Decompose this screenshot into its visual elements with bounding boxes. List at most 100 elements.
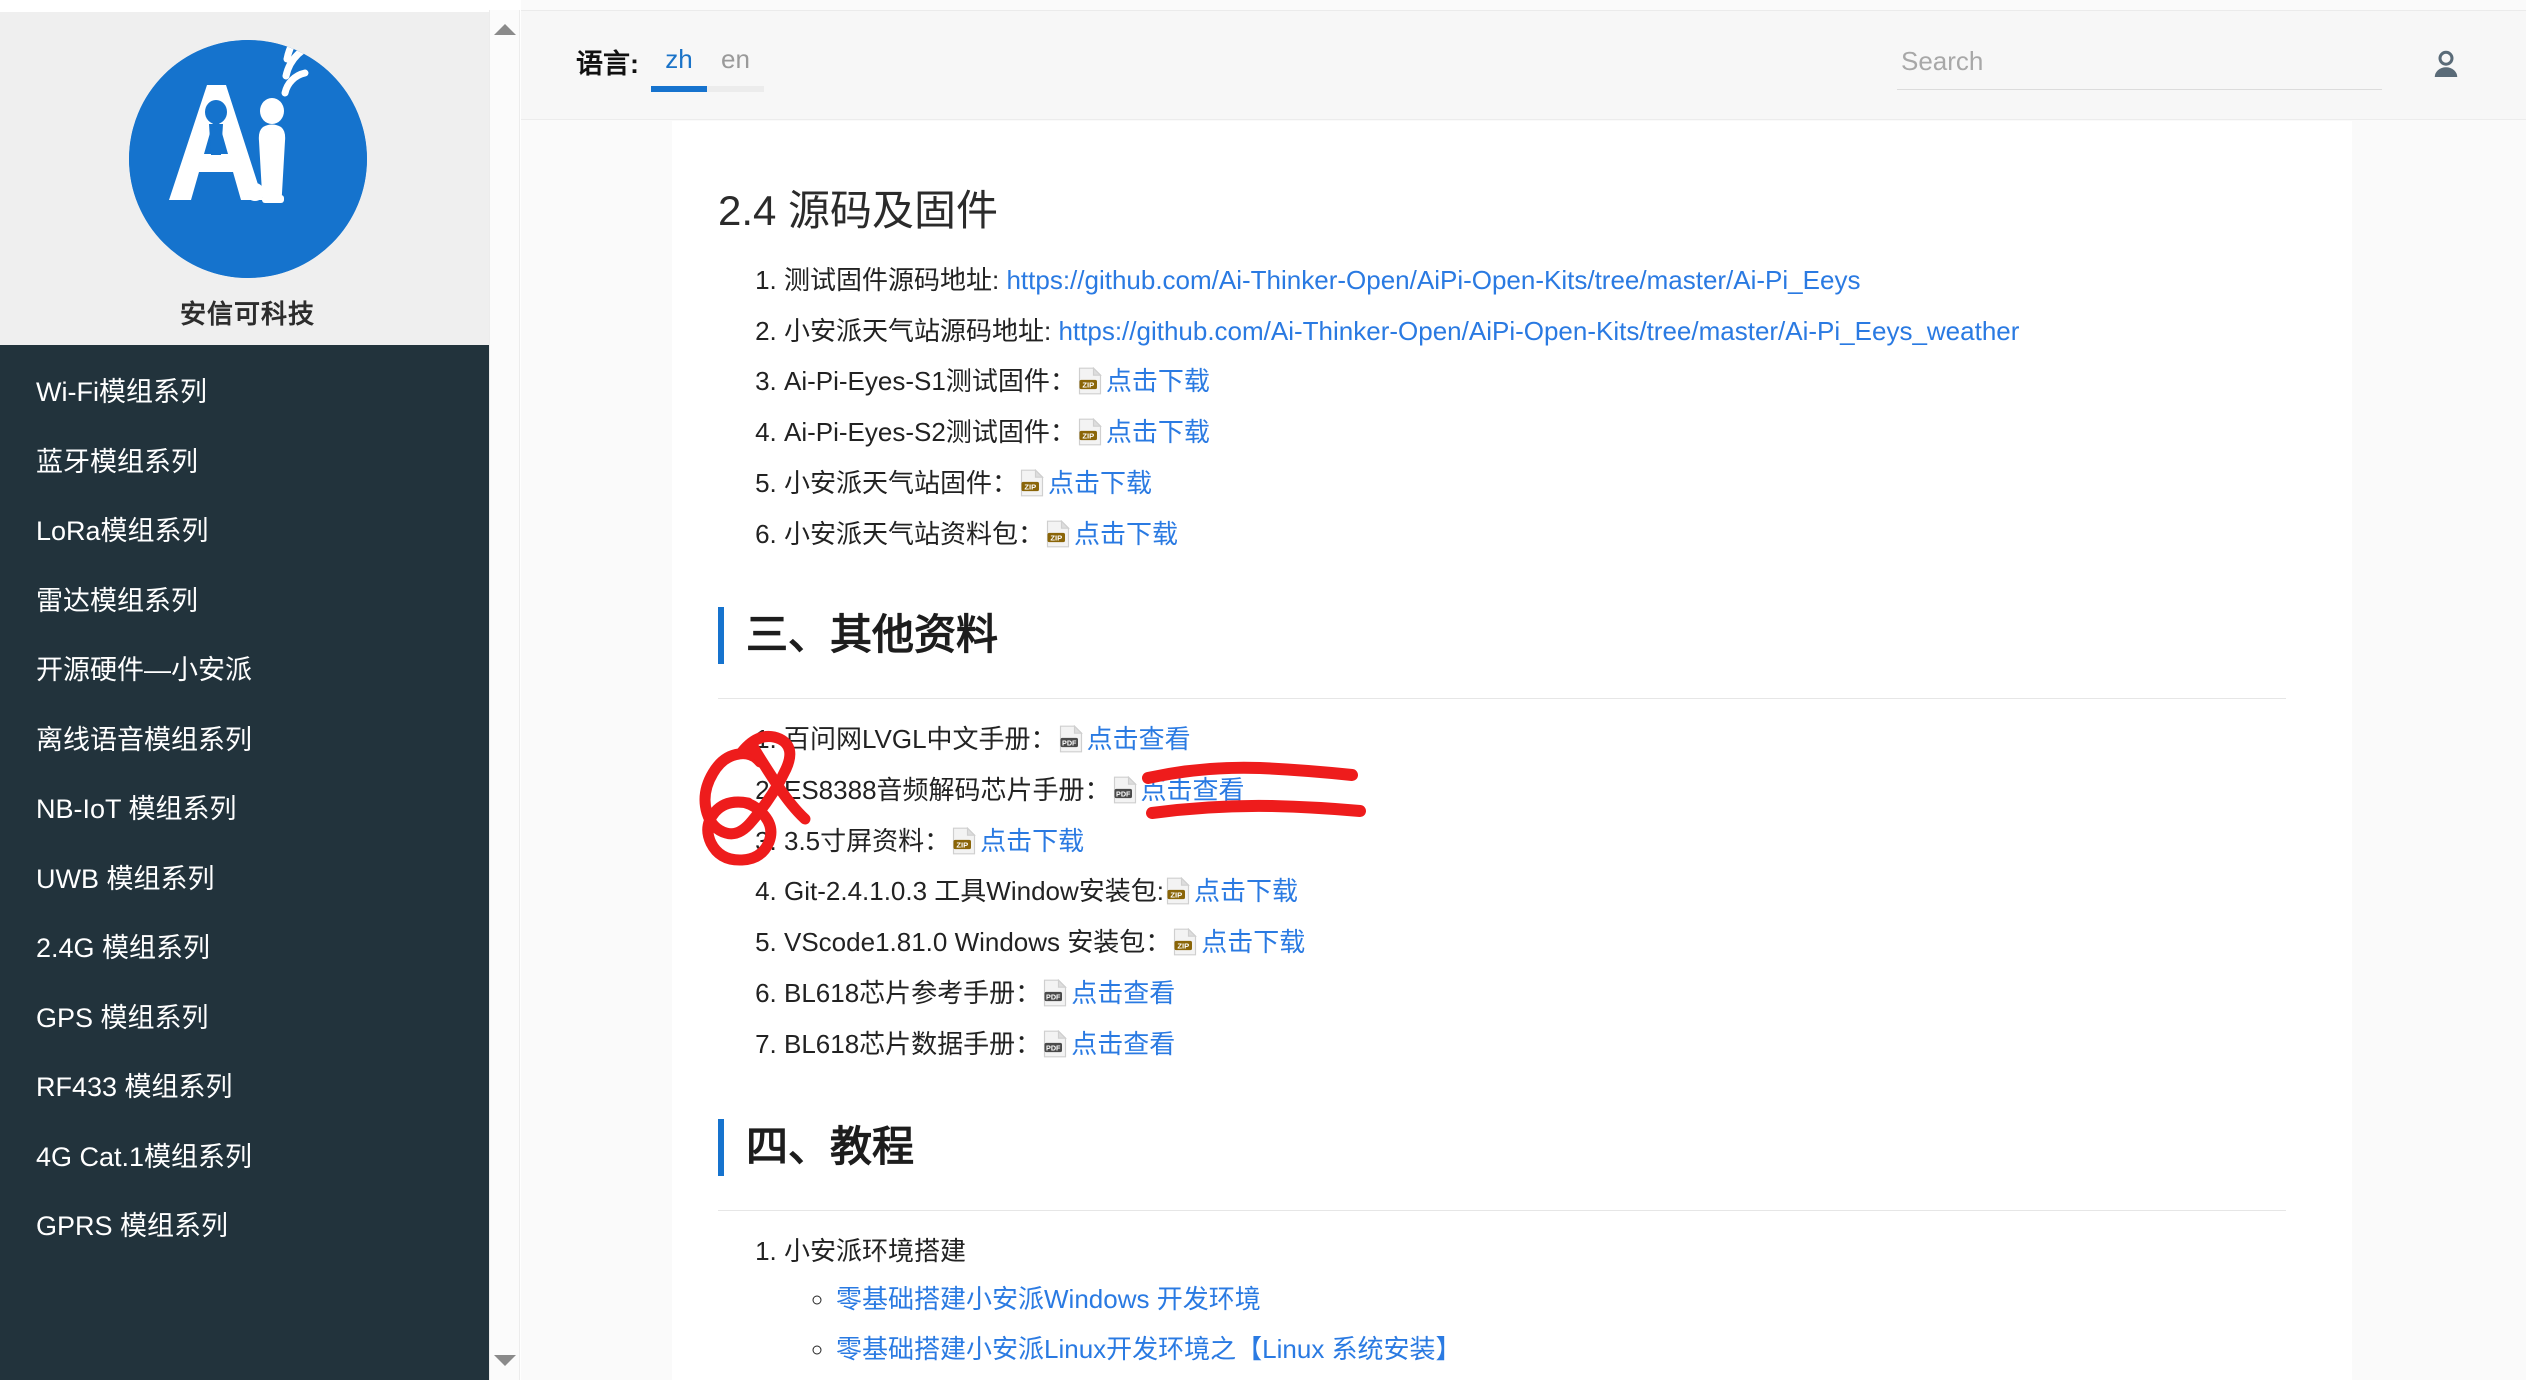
- sidebar: 安信可科技 Wi-Fi模组系列 蓝牙模组系列 LoRa模组系列 雷达模组系列 开…: [0, 0, 495, 1380]
- list-item-group: 小安派环境搭建 零基础搭建小安派Windows 开发环境 零基础搭建小安派Lin…: [784, 1235, 2286, 1380]
- svg-text:ZIP: ZIP: [1170, 891, 1182, 900]
- svg-text:PDF: PDF: [1116, 789, 1131, 798]
- svg-text:ZIP: ZIP: [1082, 381, 1094, 390]
- sidebar-item-radar[interactable]: 雷达模组系列: [0, 578, 495, 625]
- item-prefix: ES8388音频解码芯片手册：: [784, 774, 1111, 805]
- zip-file-icon: ZIP: [1078, 367, 1102, 395]
- sidebar-item-opensource-xiaoanpai[interactable]: 开源硬件—小安派: [0, 647, 495, 694]
- search-area: [1897, 40, 2526, 90]
- item-prefix: 3.5寸屏资料：: [784, 825, 951, 856]
- sidebar-item-4g-cat1[interactable]: 4G Cat.1模组系列: [0, 1134, 495, 1181]
- svg-text:PDF: PDF: [1046, 1043, 1061, 1052]
- sidebar-item-gps[interactable]: GPS 模组系列: [0, 995, 495, 1042]
- logo-svg: [128, 40, 367, 278]
- pdf-file-icon: PDF: [1059, 724, 1083, 753]
- list-item: ES8388音频解码芯片手册： PDF 点击查看: [784, 774, 2286, 806]
- heading-section-3: 三、其他资料: [718, 607, 2286, 664]
- tutorial-link[interactable]: 零基础搭建小安派Linux开发环境之【Linux 系统安装】: [836, 1334, 1462, 1364]
- group-title: 小安派环境搭建: [784, 1235, 967, 1266]
- item-prefix: 测试固件源码地址:: [784, 264, 1007, 295]
- item-prefix: Git-2.4.1.0.3 工具Window安装包:: [784, 876, 1164, 907]
- triangle-up-icon[interactable]: [493, 24, 516, 35]
- sidebar-item-rf433[interactable]: RF433 模组系列: [0, 1064, 495, 1111]
- list-item: 3.5寸屏资料： ZIP 点击下载: [784, 825, 2286, 857]
- sidebar-item-bluetooth[interactable]: 蓝牙模组系列: [0, 439, 495, 486]
- svg-text:ZIP: ZIP: [1178, 942, 1190, 951]
- ai-wifi-logo-icon: [128, 40, 367, 278]
- download-link[interactable]: 点击下载: [1106, 366, 1210, 397]
- list-item: Ai-Pi-Eyes-S1测试固件： ZIP 点击下载: [784, 367, 2286, 397]
- item-prefix: VScode1.81.0 Windows 安装包：: [784, 927, 1172, 958]
- item-prefix: BL618芯片数据手册：: [784, 1029, 1042, 1060]
- document-content-card: 2.4 源码及固件 测试固件源码地址: https://github.com/A…: [672, 121, 2352, 1380]
- sidebar-item-offline-voice[interactable]: 离线语音模组系列: [0, 717, 495, 764]
- pdf-file-icon: PDF: [1044, 979, 1068, 1007]
- item-prefix: 百问网LVGL中文手册：: [784, 723, 1057, 754]
- download-link-vscode[interactable]: 点击下载: [1201, 927, 1305, 957]
- search-input[interactable]: [1897, 40, 2382, 90]
- sub-list: 零基础搭建小安派Windows 开发环境 零基础搭建小安派Linux开发环境之【…: [784, 1284, 2286, 1380]
- list-section-3: 百问网LVGL中文手册： PDF 点击查看 ES8388音频解码芯片手册： PDF 点击…: [718, 723, 2286, 1060]
- svg-text:ZIP: ZIP: [1082, 432, 1094, 441]
- list-item: 小安派天气站固件： ZIP 点击下载: [784, 468, 2286, 499]
- lang-tab-en[interactable]: en: [707, 46, 764, 92]
- item-prefix: Ai-Pi-Eyes-S2测试固件：: [784, 417, 1076, 448]
- download-link[interactable]: 点击下载: [1048, 468, 1152, 498]
- sidebar-item-wifi[interactable]: Wi-Fi模组系列: [0, 369, 495, 416]
- pdf-file-icon: PDF: [1044, 1030, 1068, 1058]
- svg-text:PDF: PDF: [1062, 738, 1077, 747]
- zip-file-icon: ZIP: [1174, 928, 1198, 956]
- page-root: 安信可科技 Wi-Fi模组系列 蓝牙模组系列 LoRa模组系列 雷达模组系列 开…: [0, 0, 2526, 1380]
- list-item: BL618芯片参考手册： PDF 点击查看: [784, 978, 2286, 1009]
- list-item: 测试固件源码地址: https://github.com/Ai-Thinker-…: [784, 264, 2286, 296]
- list-item-git-tool: Git-2.4.1.0.3 工具Window安装包: ZIP 点击下载: [784, 876, 2286, 907]
- view-link[interactable]: 点击查看: [1141, 775, 1245, 805]
- view-link[interactable]: 点击查看: [1087, 724, 1191, 754]
- zip-file-icon: ZIP: [1046, 520, 1070, 548]
- list-item: 百问网LVGL中文手册： PDF 点击查看: [784, 723, 2286, 755]
- list-section-4: 小安派环境搭建 零基础搭建小安派Windows 开发环境 零基础搭建小安派Lin…: [718, 1235, 2286, 1380]
- item-prefix: 小安派天气站资料包：: [784, 519, 1045, 550]
- person-icon[interactable]: [2428, 47, 2464, 83]
- brand-panel: 安信可科技: [0, 12, 495, 345]
- svg-text:ZIP: ZIP: [957, 840, 969, 849]
- brand-name: 安信可科技: [179, 299, 315, 329]
- item-prefix: 小安派天气站固件：: [784, 468, 1019, 499]
- language-switcher: 语言: zh en: [576, 10, 764, 120]
- item-prefix: BL618芯片参考手册：: [784, 978, 1042, 1009]
- download-link-git[interactable]: 点击下载: [1194, 876, 1298, 906]
- item-prefix: 小安派天气站源码地址:: [784, 315, 1059, 346]
- svg-text:PDF: PDF: [1046, 993, 1061, 1002]
- source-link[interactable]: https://github.com/Ai-Thinker-Open/AiPi-…: [1058, 316, 2019, 346]
- list-item: 小安派天气站源码地址: https://github.com/Ai-Thinke…: [784, 315, 2286, 347]
- zip-file-icon: ZIP: [1078, 418, 1102, 446]
- svg-text:ZIP: ZIP: [1024, 483, 1036, 492]
- lang-tab-zh[interactable]: zh: [651, 46, 707, 92]
- main-region: 语言: zh en 2.4 源码及固件 测试固件源码地址: https://gi…: [521, 0, 2526, 1380]
- view-link[interactable]: 点击查看: [1071, 1029, 1175, 1059]
- download-link[interactable]: 点击下载: [980, 826, 1084, 856]
- tutorial-link[interactable]: 零基础搭建小安派Windows 开发环境: [836, 1284, 1261, 1314]
- sidebar-nav: Wi-Fi模组系列 蓝牙模组系列 LoRa模组系列 雷达模组系列 开源硬件—小安…: [0, 345, 495, 1380]
- download-link[interactable]: 点击下载: [1106, 417, 1210, 447]
- item-prefix: Ai-Pi-Eyes-S1测试固件：: [784, 366, 1076, 397]
- sidebar-item-nbiot[interactable]: NB-IoT 模组系列: [0, 786, 495, 833]
- sidebar-item-uwb[interactable]: UWB 模组系列: [0, 856, 495, 903]
- language-label: 语言:: [576, 49, 639, 79]
- svg-text:ZIP: ZIP: [1050, 534, 1062, 543]
- sidebar-item-lora[interactable]: LoRa模组系列: [0, 508, 495, 555]
- view-link[interactable]: 点击查看: [1071, 978, 1175, 1008]
- topbar: 语言: zh en: [521, 10, 2526, 120]
- list-item: 小安派天气站资料包： ZIP 点击下载: [784, 519, 2286, 550]
- heading-section-4: 四、教程: [718, 1118, 2286, 1176]
- triangle-down-icon[interactable]: [493, 1355, 516, 1366]
- zip-file-icon: ZIP: [1020, 469, 1044, 497]
- source-link[interactable]: https://github.com/Ai-Thinker-Open/AiPi-…: [1006, 265, 1860, 295]
- download-link[interactable]: 点击下载: [1074, 519, 1178, 549]
- zip-file-icon: ZIP: [1166, 877, 1190, 905]
- sidebar-scrollbar[interactable]: [489, 10, 520, 1380]
- sidebar-item-gprs[interactable]: GPRS 模组系列: [0, 1203, 495, 1250]
- zip-file-icon: ZIP: [953, 826, 977, 854]
- sidebar-item-24g[interactable]: 2.4G 模组系列: [0, 925, 495, 972]
- list-item: 零基础搭建小安派Linux开发环境之【Linux 系统安装】: [836, 1334, 2286, 1365]
